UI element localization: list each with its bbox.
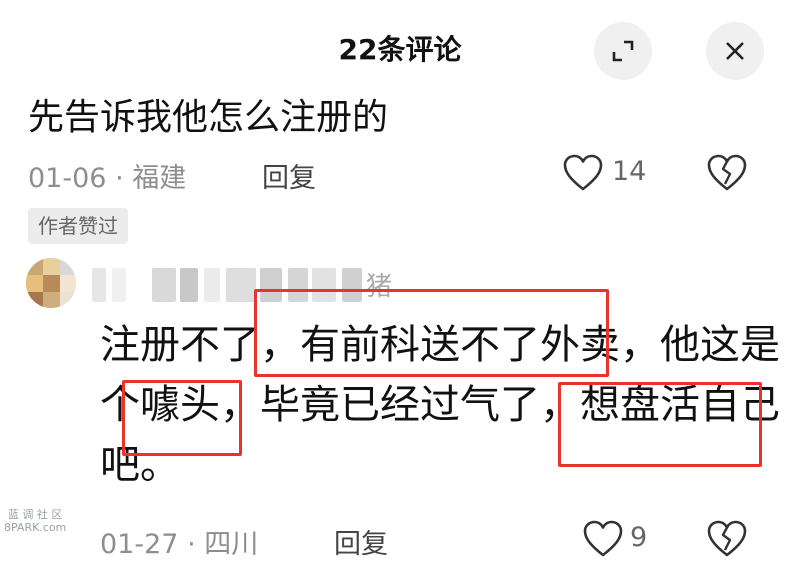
watermark: 蓝 调 社 区 8PARK.com — [4, 508, 66, 534]
highlight-box — [254, 289, 609, 377]
close-icon — [726, 42, 744, 60]
comment-text: 先告诉我他怎么注册的 — [28, 97, 389, 138]
meta-separator: · — [115, 163, 133, 194]
comment-date: 01-06 — [28, 163, 107, 194]
highlight-box — [558, 382, 762, 467]
watermark-line: 8PARK.com — [4, 521, 67, 534]
expand-button[interactable] — [594, 22, 652, 80]
comments-title: 22条评论 — [338, 33, 462, 66]
reply-button[interactable]: 回复 — [262, 156, 316, 195]
dislike-button[interactable] — [706, 154, 748, 196]
avatar[interactable] — [26, 258, 76, 308]
dislike-button[interactable] — [706, 520, 748, 562]
meta-separator: · — [187, 529, 205, 560]
watermark-line: 蓝 调 社 区 — [7, 508, 63, 521]
comment-location: 福建 — [132, 163, 187, 194]
highlight-box — [122, 380, 242, 456]
close-button[interactable] — [706, 22, 764, 80]
heart-outline-icon — [583, 520, 623, 557]
expand-icon — [612, 40, 634, 62]
author-liked-badge: 作者赞过 — [28, 208, 128, 244]
comment-meta: 01-27 · 四川 — [100, 522, 258, 561]
comment-location: 四川 — [204, 529, 259, 560]
broken-heart-icon — [707, 154, 747, 191]
like-button[interactable] — [562, 154, 604, 196]
broken-heart-icon — [707, 520, 747, 557]
comment-date: 01-27 — [100, 529, 179, 560]
comment-meta: 01-06 · 福建 — [28, 156, 186, 195]
like-button[interactable] — [582, 520, 624, 562]
like-count: 9 — [630, 522, 648, 553]
heart-outline-icon — [563, 154, 603, 191]
reply-button[interactable]: 回复 — [334, 522, 388, 561]
like-count: 14 — [612, 156, 647, 187]
